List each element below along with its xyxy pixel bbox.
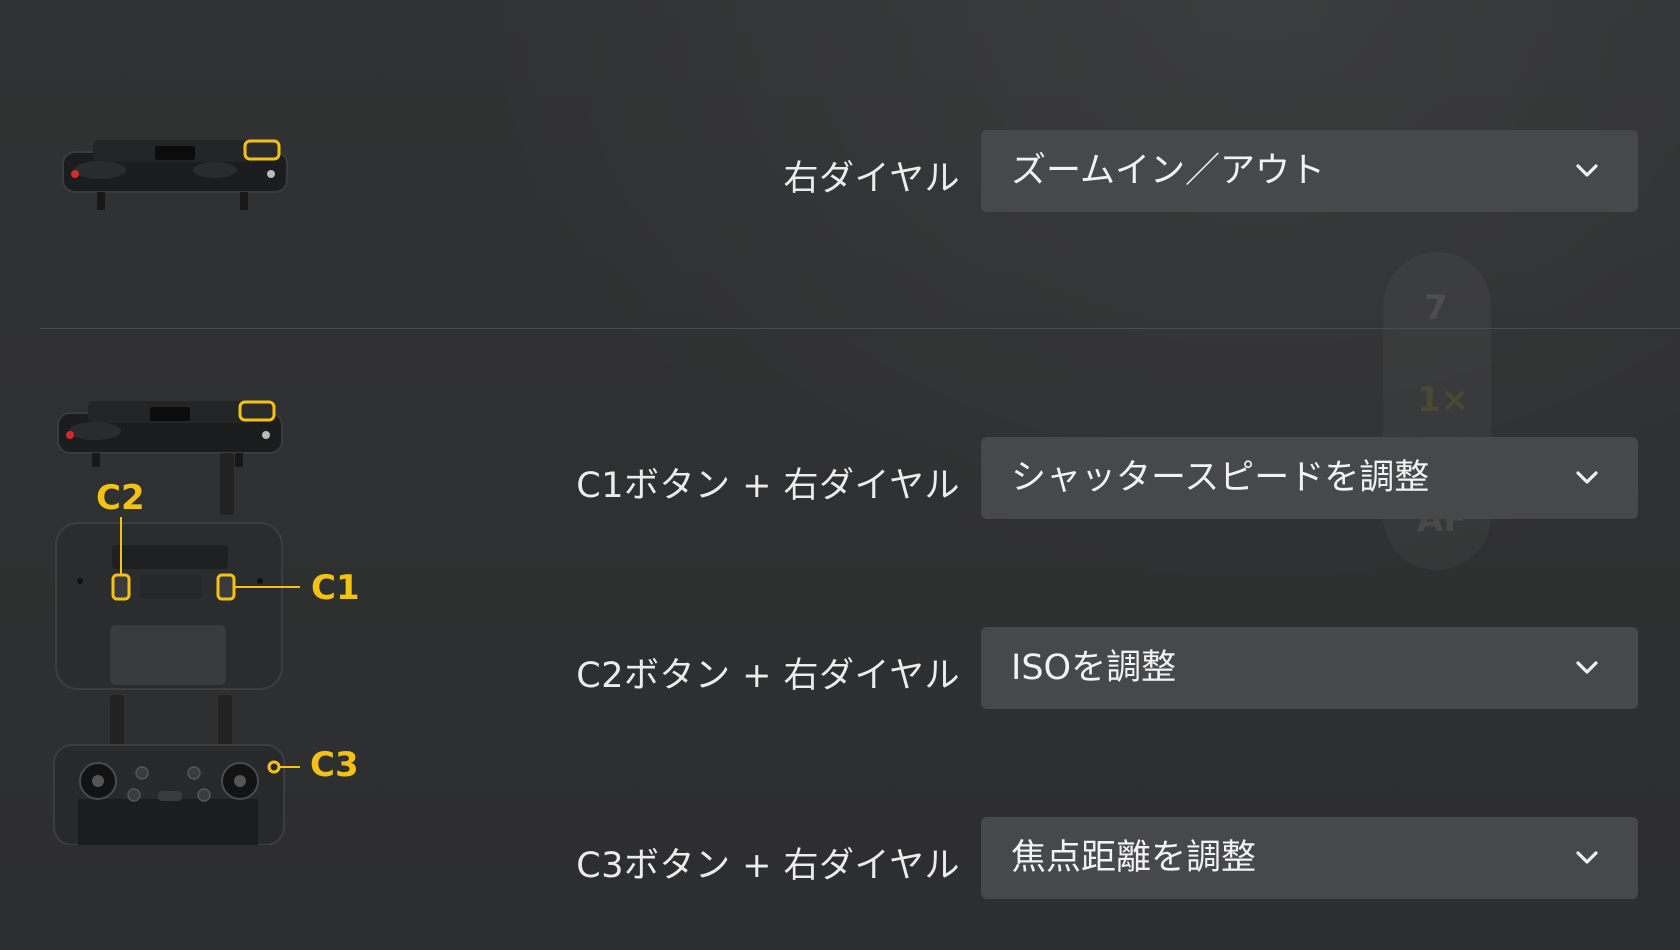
background-zoom-1x: 1× xyxy=(1417,380,1470,420)
right-dial-dropdown-value: ズームイン／アウト xyxy=(1011,151,1325,191)
chevron-down-icon xyxy=(1576,164,1598,177)
chevron-down-icon xyxy=(1576,471,1598,484)
chevron-down-icon xyxy=(1576,661,1598,674)
controller-top-view-image xyxy=(62,139,288,210)
background-zoom-7: 7 xyxy=(1424,288,1448,328)
row-label-c2: C2ボタン + 右ダイヤル xyxy=(576,656,960,696)
c2-dial-dropdown[interactable]: ISOを調整 xyxy=(981,627,1638,709)
row-label-c1: C1ボタン + 右ダイヤル xyxy=(576,466,960,506)
right-dial-dropdown[interactable]: ズームイン／アウト xyxy=(981,130,1638,212)
row-label-right-dial: 右ダイヤル xyxy=(783,159,960,199)
row-label-c3: C3ボタン + 右ダイヤル xyxy=(576,846,960,886)
c3-dial-dropdown-value: 焦点距離を調整 xyxy=(1011,838,1257,878)
c2-dial-dropdown-value: ISOを調整 xyxy=(1011,648,1177,688)
section-divider xyxy=(40,328,1680,329)
c3-dial-dropdown[interactable]: 焦点距離を調整 xyxy=(981,817,1638,899)
c1-dial-dropdown-value: シャッタースピードを調整 xyxy=(1011,458,1430,498)
c2-callout-label: C2 xyxy=(96,478,145,518)
c3-callout-label: C3 xyxy=(310,745,359,785)
c1-callout-label: C1 xyxy=(311,568,360,608)
c1-dial-dropdown[interactable]: シャッタースピードを調整 xyxy=(981,437,1638,519)
chevron-down-icon xyxy=(1576,851,1598,864)
